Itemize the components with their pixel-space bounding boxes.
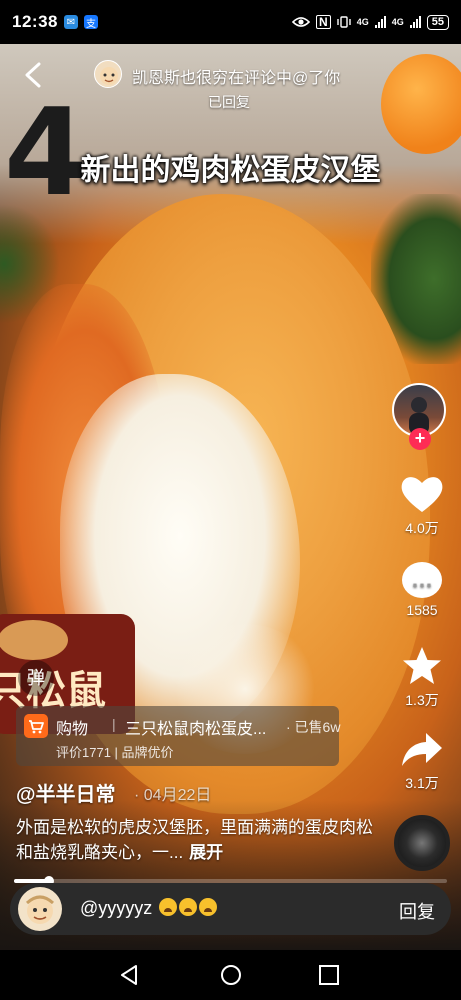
comment-icon xyxy=(402,562,442,598)
signal-icon-1 xyxy=(374,16,386,28)
alipay-icon: 支 xyxy=(83,15,98,30)
nfc-icon: N xyxy=(316,15,331,29)
eye-icon xyxy=(292,17,311,27)
product-sold: · 已售6w xyxy=(286,719,341,735)
expand-button[interactable]: 展开 xyxy=(189,843,223,862)
mention-notification[interactable]: 凯恩斯也很穷在评论中@了你 xyxy=(132,64,340,88)
network-type-2: 4G xyxy=(391,17,404,27)
navigation-bar xyxy=(0,950,461,1000)
orange-fruit xyxy=(381,54,461,154)
vibrate-icon xyxy=(337,16,351,28)
network-type-1: 4G xyxy=(356,17,369,27)
share-count: 3.1万 xyxy=(405,775,439,791)
post-description: 外面是松软的虎皮汉堡胚，里面满满的蛋皮肉松和盐烧乳酪夹心，一... 展开 xyxy=(16,815,376,865)
back-arrow-icon[interactable] xyxy=(22,62,48,88)
author-name[interactable]: @半半日常 xyxy=(16,778,116,807)
notification-avatar[interactable] xyxy=(94,60,122,88)
cart-icon xyxy=(24,714,48,738)
signal-icon-2 xyxy=(409,16,421,28)
nav-back-icon[interactable] xyxy=(118,963,142,987)
battery-indicator: 55 xyxy=(426,14,449,30)
nav-recents-icon[interactable] xyxy=(317,963,341,987)
star-icon xyxy=(403,647,441,684)
screen: 12:38 ✉ 支 N 4G 4G 55 4 只松鼠 凯恩斯也很穷在评论中@了你… xyxy=(0,0,461,1000)
product-category: 购物 xyxy=(56,721,89,738)
post-date: · 04月22日 xyxy=(134,787,212,804)
comment-text: @yyyyyz xyxy=(80,898,218,919)
crying-emoji-icon xyxy=(159,898,178,916)
crying-emoji-icon xyxy=(179,898,198,916)
comment-avatar xyxy=(18,887,62,931)
danmaku-toggle[interactable]: 弹 xyxy=(18,660,54,696)
comment-button[interactable]: 1585 xyxy=(396,562,448,618)
status-time: 12:38 xyxy=(12,12,58,31)
video-caption: 新出的鸡肉松蛋皮汉堡 xyxy=(80,154,381,187)
favorite-count: 1.3万 xyxy=(405,692,439,708)
comment-count: 1585 xyxy=(406,602,438,618)
share-button[interactable]: 3.1万 xyxy=(396,731,448,793)
app-notification-icon: ✉ xyxy=(63,15,78,29)
product-separator: | xyxy=(112,716,116,732)
product-meta: 评价1771 | 品牌优价 xyxy=(56,745,174,760)
product-name: 三只松鼠肉松蛋皮... xyxy=(125,721,267,738)
status-right: N 4G 4G 55 xyxy=(292,14,449,30)
squirrel-mascot xyxy=(0,620,68,660)
like-count: 4.0万 xyxy=(405,520,439,536)
status-bar: 12:38 ✉ 支 N 4G 4G 55 xyxy=(0,0,461,44)
nav-home-icon[interactable] xyxy=(219,963,243,987)
follow-button[interactable]: + xyxy=(409,428,431,450)
heart-icon xyxy=(401,477,443,512)
like-button[interactable]: 4.0万 xyxy=(396,474,448,538)
crying-emoji-icon xyxy=(199,898,218,916)
product-card[interactable]: 购物 | 三只松鼠肉松蛋皮... · 已售6w 评价1771 | 品牌优价 xyxy=(16,706,341,766)
favorite-button[interactable]: 1.3万 xyxy=(396,646,448,710)
comment-bar[interactable]: @yyyyyz 回复 xyxy=(10,883,451,935)
share-icon xyxy=(402,733,442,766)
crying-emoji-group xyxy=(157,898,218,918)
comment-mention: @yyyyyz xyxy=(80,898,153,918)
mention-status: 已回复 xyxy=(208,94,250,110)
music-disc[interactable] xyxy=(394,815,450,871)
reply-button[interactable]: 回复 xyxy=(399,898,435,924)
